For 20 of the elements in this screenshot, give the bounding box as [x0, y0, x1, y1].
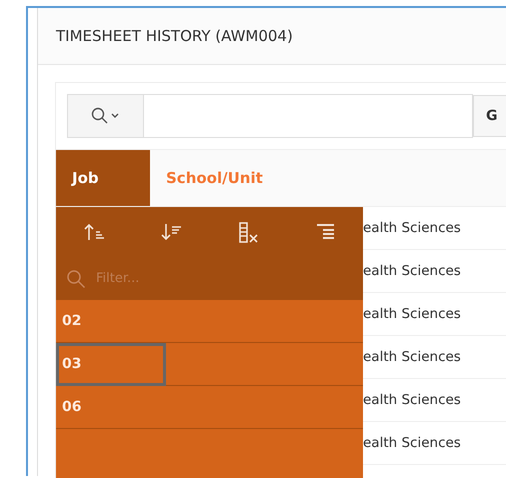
table-cell: ealth Sciences — [363, 392, 461, 408]
region-title: TIMESHEET HISTORY (AWM004) — [56, 27, 293, 45]
column-header[interactable]: Job — [56, 150, 150, 206]
sort-ascending-icon[interactable] — [83, 221, 106, 243]
table-cell: ealth Sciences — [363, 306, 461, 322]
sort-descending-icon[interactable] — [160, 221, 182, 243]
search-caret-icon — [90, 107, 120, 125]
table-cell: ealth Sciences — [363, 349, 461, 365]
search-icon — [66, 268, 86, 288]
hide-column-icon[interactable] — [236, 221, 259, 243]
column-header[interactable]: School/Unit — [150, 150, 279, 206]
table-cell: ealth Sciences — [363, 435, 461, 451]
filter-value[interactable]: 03 — [56, 342, 166, 386]
filter-value[interactable]: 06 — [56, 386, 166, 428]
table-cell: ealth Sciences — [363, 263, 461, 279]
table-cell: ealth Sciences — [363, 220, 461, 236]
go-button[interactable]: G — [473, 95, 506, 137]
filter-value[interactable]: 02 — [56, 300, 166, 342]
search-field[interactable] — [144, 94, 473, 138]
filter-field[interactable]: Filter... — [94, 267, 298, 290]
